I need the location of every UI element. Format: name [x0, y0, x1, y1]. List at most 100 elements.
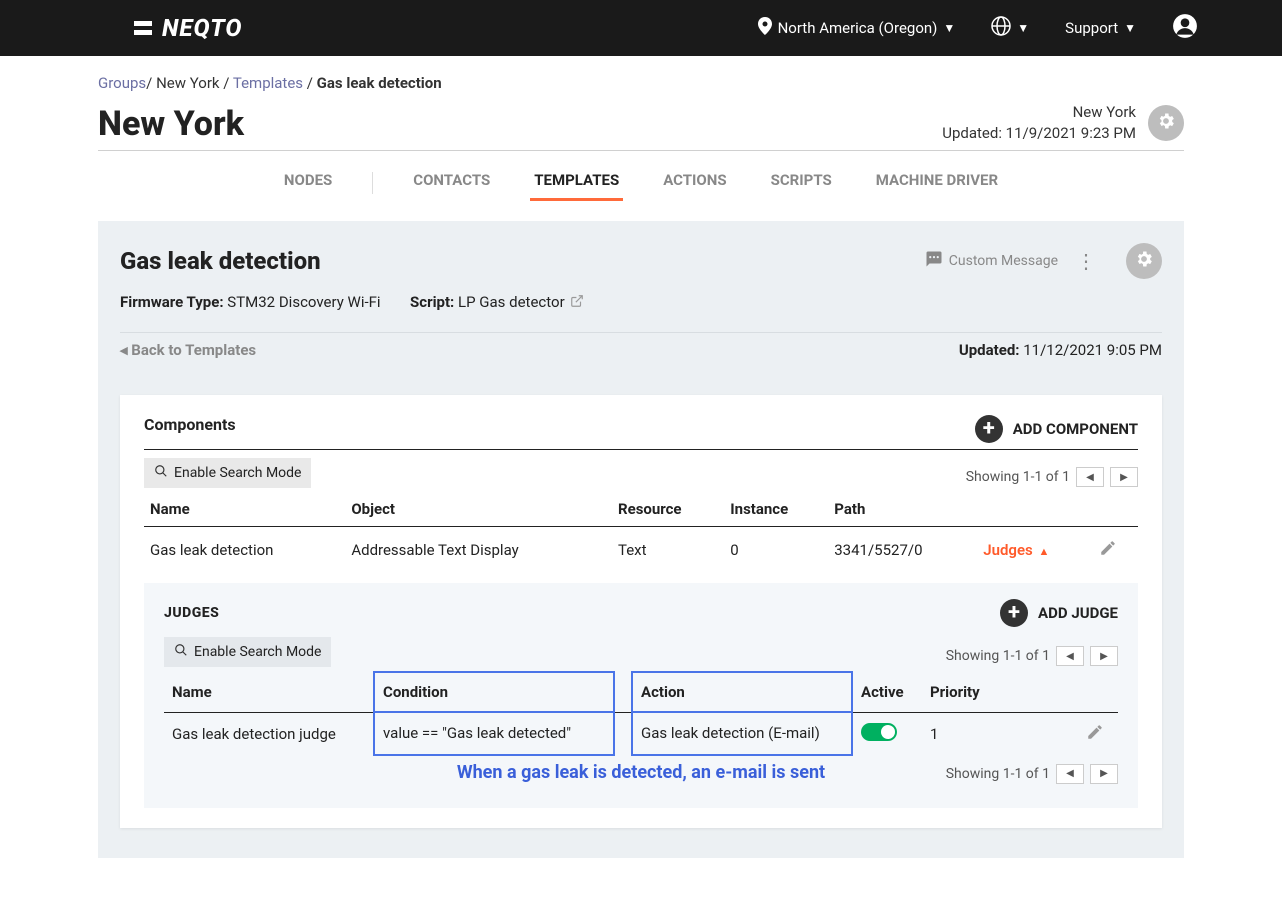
judges-panel: JUDGES + ADD JUDGE Enable Search Mode: [144, 583, 1138, 808]
caret-down-icon: ▼: [943, 21, 955, 35]
edit-judge-button[interactable]: [1078, 712, 1118, 755]
tab-divider: [372, 172, 373, 194]
tab-contacts[interactable]: CONTACTS: [409, 165, 494, 201]
cell-object: Addressable Text Display: [345, 527, 612, 574]
cell-instance: 0: [724, 527, 828, 574]
judges-table: Name Condition Action Active Priority Ga…: [164, 671, 1118, 756]
col-resource: Resource: [612, 492, 724, 527]
col-active: Active: [852, 672, 922, 712]
template-panel: Gas leak detection Custom Message ⋮ Firm…: [98, 221, 1184, 858]
script-value: LP Gas detector: [458, 293, 565, 311]
caret-down-icon: ▼: [1124, 21, 1136, 35]
add-judge-button[interactable]: + ADD JUDGE: [1000, 599, 1118, 627]
add-component-button[interactable]: + ADD COMPONENT: [975, 415, 1138, 443]
col-path: Path: [828, 492, 977, 527]
add-judge-label: ADD JUDGE: [1038, 604, 1118, 622]
topbar: NEQTO North America (Oregon) ▼ ▼ Support…: [0, 0, 1282, 56]
breadcrumb-group: New York: [156, 74, 219, 92]
col-judge-name: Name: [164, 672, 374, 712]
components-table: Name Object Resource Instance Path Gas l…: [144, 492, 1138, 573]
title-row: New York New York Updated: 11/9/2021 9:2…: [98, 102, 1184, 151]
col-action: Action: [632, 672, 852, 712]
breadcrumb-groups[interactable]: Groups: [98, 74, 146, 92]
support-label: Support: [1065, 19, 1118, 37]
caret-up-icon: ▲: [1038, 545, 1049, 558]
tabs: NODES CONTACTS TEMPLATES ACTIONS SCRIPTS…: [98, 151, 1184, 201]
table-row: Gas leak detection Addressable Text Disp…: [144, 527, 1138, 574]
chat-icon: [925, 250, 943, 272]
region-label: North America (Oregon): [778, 19, 938, 37]
judges-showing: Showing 1-1 of 1: [946, 648, 1050, 664]
edit-component-button[interactable]: [1093, 527, 1138, 574]
globe-icon: [991, 16, 1011, 40]
cell-path: 3341/5527/0: [828, 527, 977, 574]
pager-next[interactable]: ▶: [1090, 646, 1118, 666]
cell-action: Gas leak detection (E-mail): [632, 712, 852, 755]
active-toggle[interactable]: [861, 723, 897, 741]
updated-label: Updated:: [959, 341, 1020, 359]
brand[interactable]: NEQTO: [134, 14, 242, 42]
title-meta-group: New York: [942, 102, 1136, 123]
cell-judge-name: Gas leak detection judge: [164, 712, 374, 755]
enable-search-mode[interactable]: Enable Search Mode: [144, 458, 311, 488]
script-label: Script:: [410, 293, 454, 311]
judges-toggle[interactable]: Judges ▲: [983, 541, 1049, 559]
custom-message-label: Custom Message: [949, 253, 1058, 269]
add-component-label: ADD COMPONENT: [1013, 420, 1138, 438]
search-icon: [154, 464, 168, 482]
template-title: Gas leak detection: [120, 247, 321, 275]
pager-next[interactable]: ▶: [1090, 764, 1118, 784]
more-menu[interactable]: ⋮: [1072, 249, 1100, 273]
title-meta-updated: Updated: 11/9/2021 9:23 PM: [942, 123, 1136, 144]
external-link-icon[interactable]: [570, 294, 584, 312]
cell-name: Gas leak detection: [144, 527, 345, 574]
cell-condition: value == "Gas leak detected": [374, 712, 614, 755]
components-card: Components + ADD COMPONENT Enable Search…: [120, 395, 1162, 828]
col-condition: Condition: [374, 672, 614, 712]
firmware-type-value: STM32 Discovery Wi-Fi: [227, 293, 380, 311]
support-menu[interactable]: Support ▼: [1065, 19, 1136, 37]
back-to-templates[interactable]: ◂ Back to Templates: [120, 341, 256, 359]
plus-icon: +: [975, 415, 1003, 443]
pager-prev[interactable]: ◀: [1076, 467, 1104, 487]
page-title: New York: [98, 104, 244, 144]
breadcrumb-current: Gas leak detection: [317, 74, 442, 92]
table-row: Gas leak detection judge value == "Gas l…: [164, 712, 1118, 755]
tab-machine-driver[interactable]: MACHINE DRIVER: [872, 165, 1002, 201]
custom-message-button[interactable]: Custom Message: [925, 250, 1058, 272]
firmware-type-label: Firmware Type:: [120, 293, 224, 311]
enable-search-mode-judges[interactable]: Enable Search Mode: [164, 637, 331, 667]
components-showing: Showing 1-1 of 1: [966, 469, 1070, 485]
settings-button[interactable]: [1148, 105, 1184, 141]
tab-scripts[interactable]: SCRIPTS: [767, 165, 836, 201]
updated-value: 11/12/2021 9:05 PM: [1023, 341, 1162, 359]
tab-actions[interactable]: ACTIONS: [659, 165, 730, 201]
user-menu[interactable]: [1172, 13, 1198, 43]
template-settings-button[interactable]: [1126, 243, 1162, 279]
search-label: Enable Search Mode: [174, 465, 301, 481]
user-icon: [1172, 13, 1198, 43]
tab-templates[interactable]: TEMPLATES: [530, 165, 623, 201]
components-title: Components: [144, 415, 236, 434]
tab-nodes[interactable]: NODES: [280, 165, 336, 201]
judges-showing-bottom: Showing 1-1 of 1: [946, 766, 1050, 782]
judges-title: JUDGES: [164, 605, 219, 621]
pager-next[interactable]: ▶: [1110, 467, 1138, 487]
brand-icon: [134, 19, 152, 37]
breadcrumb-templates[interactable]: Templates: [233, 74, 303, 92]
language-selector[interactable]: ▼: [991, 16, 1029, 40]
gear-icon: [1134, 249, 1154, 273]
pager-prev[interactable]: ◀: [1056, 646, 1084, 666]
search-icon: [174, 643, 188, 661]
annotation-text: When a gas leak is detected, an e-mail i…: [403, 762, 880, 783]
pager-prev[interactable]: ◀: [1056, 764, 1084, 784]
breadcrumb: Groups/ New York / Templates / Gas leak …: [98, 56, 1184, 102]
region-selector[interactable]: North America (Oregon) ▼: [758, 17, 956, 39]
brand-text: NEQTO: [162, 14, 242, 42]
col-instance: Instance: [724, 492, 828, 527]
col-object: Object: [345, 492, 612, 527]
col-name: Name: [144, 492, 345, 527]
caret-down-icon: ▼: [1017, 21, 1029, 35]
search-label: Enable Search Mode: [194, 644, 321, 660]
gear-icon: [1156, 111, 1176, 135]
